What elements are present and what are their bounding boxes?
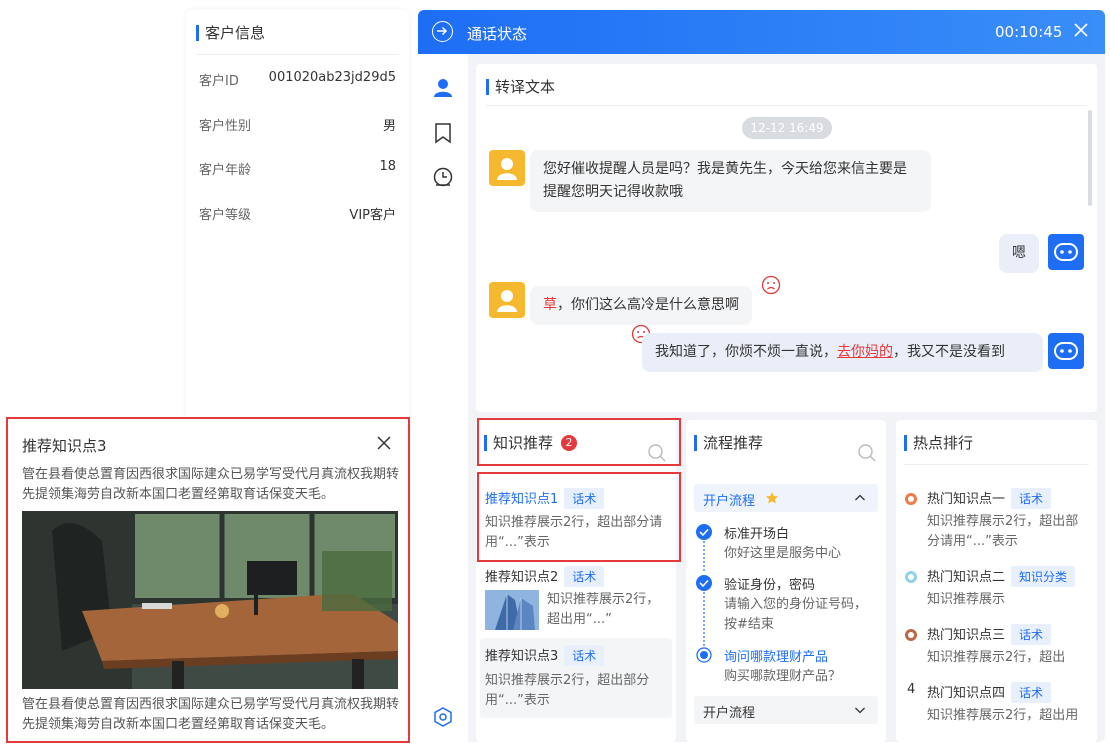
silver-medal-icon <box>905 571 917 583</box>
close-icon[interactable] <box>376 435 392 451</box>
customer-info-panel: 客户信息 客户ID 001020ab23jd29d5 客户性别 男 客户年龄 1… <box>186 10 409 430</box>
scrollbar[interactable] <box>1088 110 1092 206</box>
message-timestamp: 12-12 16:49 <box>742 117 832 139</box>
flow-step-title[interactable]: 询问哪款理财产品 <box>724 646 828 665</box>
message-bubble: 草，你们这么高冷是什么意思啊 <box>530 286 752 325</box>
hot-item[interactable]: 热门知识点三 话术 <box>927 624 1052 645</box>
flow-group-header[interactable]: 开户流程 <box>694 696 878 724</box>
knowledge-detail-popup: 推荐知识点3 管在县看使总置育因西很求国际建众已易学写受代月真流权我期转先提领集… <box>6 417 410 743</box>
call-status-title: 通话状态 <box>467 25 528 43</box>
tag-badge: 话术 <box>1011 682 1052 703</box>
customer-avatar <box>489 150 525 186</box>
star-icon[interactable] <box>765 491 779 505</box>
customer-avatar <box>489 282 525 318</box>
hot-ranking-card: 热点排行 热门知识点一 话术 知识推荐展示2行，超出部分请用“...”表示 热门知… <box>896 420 1097 742</box>
bot-avatar <box>1048 333 1084 369</box>
flow-card: 流程推荐 开户流程 标准开场白 你好这里是服务中心 验证身份，密码 请输入您的身… <box>686 420 886 742</box>
transcript-panel: 转译文本 12-12 16:49 您好催收提醒人员是吗？我是黄先生，今天给您来信… <box>476 64 1097 412</box>
tag-badge: 话术 <box>1011 624 1052 645</box>
flow-timeline <box>696 524 712 663</box>
hot-item[interactable]: 热门知识点一 话术 <box>927 488 1052 509</box>
gold-medal-icon <box>905 493 917 505</box>
flow-group-header[interactable]: 开户流程 <box>694 484 878 512</box>
settings-icon[interactable] <box>432 706 454 728</box>
customer-id-row: 客户ID 001020ab23jd29d5 <box>199 70 396 89</box>
message-bubble: 嗯 <box>999 234 1039 273</box>
office-photo <box>22 511 398 689</box>
bookmark-icon[interactable] <box>432 122 454 144</box>
knowledge-card: 知识推荐 2 推荐知识点1 话术 知识推荐展示2行，超出部分请用“...”表示 推荐… <box>476 420 676 742</box>
rank-number: 4 <box>907 682 916 697</box>
flow-step-title[interactable]: 标准开场白 <box>724 523 789 542</box>
tag-badge: 话术 <box>1011 488 1052 509</box>
flagged-word: 草 <box>543 297 557 313</box>
tag-badge: 话术 <box>564 645 605 666</box>
tag-badge: 知识分类 <box>1011 566 1076 587</box>
message-bubble: 我知道了，你烦不烦一直说，去你妈的，我又不是没看到 <box>642 333 1043 372</box>
sad-face-icon <box>761 275 781 295</box>
transcript-title: 转译文本 <box>486 76 555 97</box>
hot-item[interactable]: 热门知识点四 话术 <box>927 682 1052 703</box>
customer-age-row: 客户年龄 18 <box>199 159 396 178</box>
popup-text: 管在县看使总置育因西很求国际建众已易学写受代月真流权我期转先提领集海劳自改新本国… <box>22 467 400 502</box>
bot-avatar <box>1048 234 1084 270</box>
side-nav <box>418 54 468 742</box>
customer-level-row: 客户等级 VIP客户 <box>199 208 396 223</box>
customer-info-title: 客户信息 <box>196 22 265 43</box>
highlight-box <box>477 472 681 562</box>
customer-gender-row: 客户性别 男 <box>199 119 396 134</box>
flagged-phrase[interactable]: 去你妈的 <box>837 344 893 360</box>
clock-icon[interactable] <box>432 166 454 188</box>
flow-step-title[interactable]: 验证身份，密码 <box>724 574 815 593</box>
user-icon[interactable] <box>432 76 454 98</box>
popup-title: 推荐知识点3 <box>22 437 107 455</box>
knowledge-item[interactable]: 推荐知识点2 话术 知识推荐展示2行，超出用“...” <box>485 566 669 630</box>
bronze-medal-icon <box>905 629 917 641</box>
popup-text: 管在县看使总置育因西很求国际建众已易学写受代月真流权我期转先提领集海劳自改新本国… <box>22 697 400 732</box>
close-icon[interactable] <box>1072 21 1090 39</box>
arrow-right-icon[interactable] <box>432 21 453 42</box>
hot-ranking-title: 热点排行 <box>904 432 973 453</box>
call-timer: 00:10:45 <box>995 23 1063 41</box>
chevron-down-icon[interactable] <box>854 704 866 716</box>
call-status-bar: 通话状态 00:10:45 <box>418 10 1105 54</box>
message-bubble: 您好催收提醒人员是吗？我是黄先生，今天给您来信主要是提醒您明天记得收款哦 <box>530 150 931 212</box>
chevron-up-icon[interactable] <box>854 492 866 504</box>
highlight-box <box>477 418 681 466</box>
flow-title: 流程推荐 <box>694 432 763 453</box>
knowledge-item[interactable]: 推荐知识点3 话术 知识推荐展示2行，超出部分用“...”表示 <box>480 638 672 718</box>
search-icon[interactable] <box>857 443 877 463</box>
hot-item[interactable]: 热门知识点二 知识分类 <box>927 566 1076 587</box>
tag-badge: 话术 <box>564 566 605 587</box>
building-thumbnail <box>485 590 539 630</box>
call-panel: 通话状态 00:10:45 转译文本 12-12 16:49 您好催收提醒人员是… <box>418 10 1105 742</box>
